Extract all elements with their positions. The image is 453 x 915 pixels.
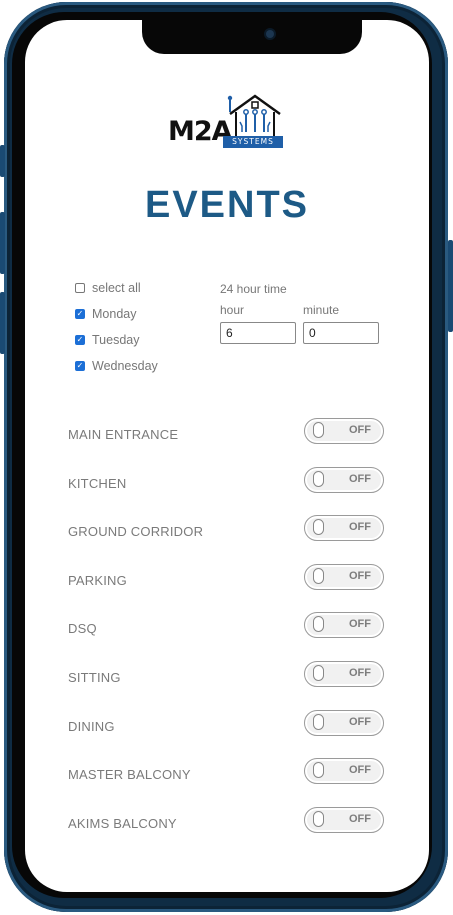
device-row: GROUND CORRIDOR OFF <box>25 515 429 564</box>
side-button <box>0 145 5 177</box>
day-label: select all <box>92 281 141 295</box>
device-toggle[interactable]: OFF <box>304 806 384 833</box>
device-row: PARKING OFF <box>25 563 429 613</box>
device-row: DINING OFF <box>25 709 429 759</box>
device-name: SITTING <box>68 669 121 685</box>
device-toggle[interactable]: OFF <box>304 612 384 639</box>
device-toggle[interactable]: OFF <box>304 563 384 590</box>
device-row: SITTING OFF <box>25 660 429 710</box>
day-option-tuesday[interactable]: ✓ Tuesday <box>75 327 158 353</box>
device-toggle[interactable]: OFF <box>304 660 384 687</box>
toggle-knob <box>313 616 324 633</box>
device-name: PARKING <box>68 572 127 588</box>
device-name: KITCHEN <box>68 475 127 491</box>
device-row: MAIN ENTRANCE OFF <box>25 418 429 467</box>
toggle-state: OFF <box>349 812 371 825</box>
device-name: MASTER BALCONY <box>68 767 191 783</box>
day-option-wednesday[interactable]: ✓ Wednesday <box>75 353 158 379</box>
toggle-state: OFF <box>349 569 371 582</box>
device-toggle[interactable]: OFF <box>304 418 384 444</box>
toggle-state: OFF <box>349 666 371 679</box>
device-toggle[interactable]: OFF <box>304 709 384 736</box>
toggle-knob <box>313 519 324 536</box>
toggle-knob <box>313 664 324 681</box>
device-row: MASTER BALCONY OFF <box>25 758 429 807</box>
device-name: AKIMS BALCONY <box>68 815 177 831</box>
select-all-option[interactable]: select all <box>75 275 158 301</box>
camera-icon <box>266 30 274 38</box>
device-toggle[interactable]: OFF <box>304 758 384 785</box>
tuesday-checkbox[interactable]: ✓ <box>75 335 85 345</box>
device-name: DINING <box>68 718 115 734</box>
toggle-state: OFF <box>349 424 371 436</box>
toggle-state: OFF <box>349 521 371 534</box>
day-selector: select all ✓ Monday ✓ Tuesday ✓ Wednesda… <box>75 275 158 379</box>
toggle-knob <box>313 762 324 779</box>
hour-input[interactable] <box>220 322 296 344</box>
day-option-monday[interactable]: ✓ Monday <box>75 301 158 327</box>
toggle-knob <box>313 810 324 827</box>
toggle-knob <box>313 567 324 584</box>
toggle-knob <box>313 422 324 438</box>
app-logo: M2A SYSTEMS <box>168 92 288 152</box>
notch <box>142 20 362 54</box>
monday-checkbox[interactable]: ✓ <box>75 309 85 319</box>
volume-down-button <box>0 292 5 354</box>
device-toggle[interactable]: OFF <box>304 515 384 542</box>
power-button <box>448 240 453 332</box>
device-row: DSQ OFF <box>25 612 429 661</box>
device-list: MAIN ENTRANCE OFF KITCHEN OFF GROUND COR… <box>25 418 429 855</box>
toggle-state: OFF <box>349 715 371 728</box>
wednesday-checkbox[interactable]: ✓ <box>75 361 85 371</box>
minute-input[interactable] <box>303 322 379 344</box>
toggle-state: OFF <box>349 764 371 777</box>
select-all-checkbox[interactable] <box>75 283 85 293</box>
page-title: EVENTS <box>144 184 310 226</box>
logo-subtext: SYSTEMS <box>223 136 283 148</box>
device-name: MAIN ENTRANCE <box>68 427 179 442</box>
toggle-knob <box>313 470 324 487</box>
screen: M2A SYSTEMS EVENTS select all ✓ Monday ✓… <box>25 20 429 892</box>
device-name: GROUND CORRIDOR <box>68 524 204 540</box>
day-label: Wednesday <box>92 359 158 373</box>
toggle-state: OFF <box>349 472 371 485</box>
device-toggle[interactable]: OFF <box>304 466 384 493</box>
day-label: Monday <box>92 307 137 321</box>
toggle-knob <box>313 713 324 730</box>
hour-label: hour <box>220 303 245 317</box>
time-format-label: 24 hour time <box>220 282 287 296</box>
day-label: Tuesday <box>92 333 140 347</box>
toggle-state: OFF <box>349 618 371 631</box>
house-circuit-icon <box>227 94 281 136</box>
device-row: AKIMS BALCONY OFF <box>25 806 429 856</box>
device-row: KITCHEN OFF <box>25 466 429 516</box>
volume-up-button <box>0 212 5 274</box>
device-name: DSQ <box>68 621 97 637</box>
minute-label: minute <box>303 303 340 317</box>
